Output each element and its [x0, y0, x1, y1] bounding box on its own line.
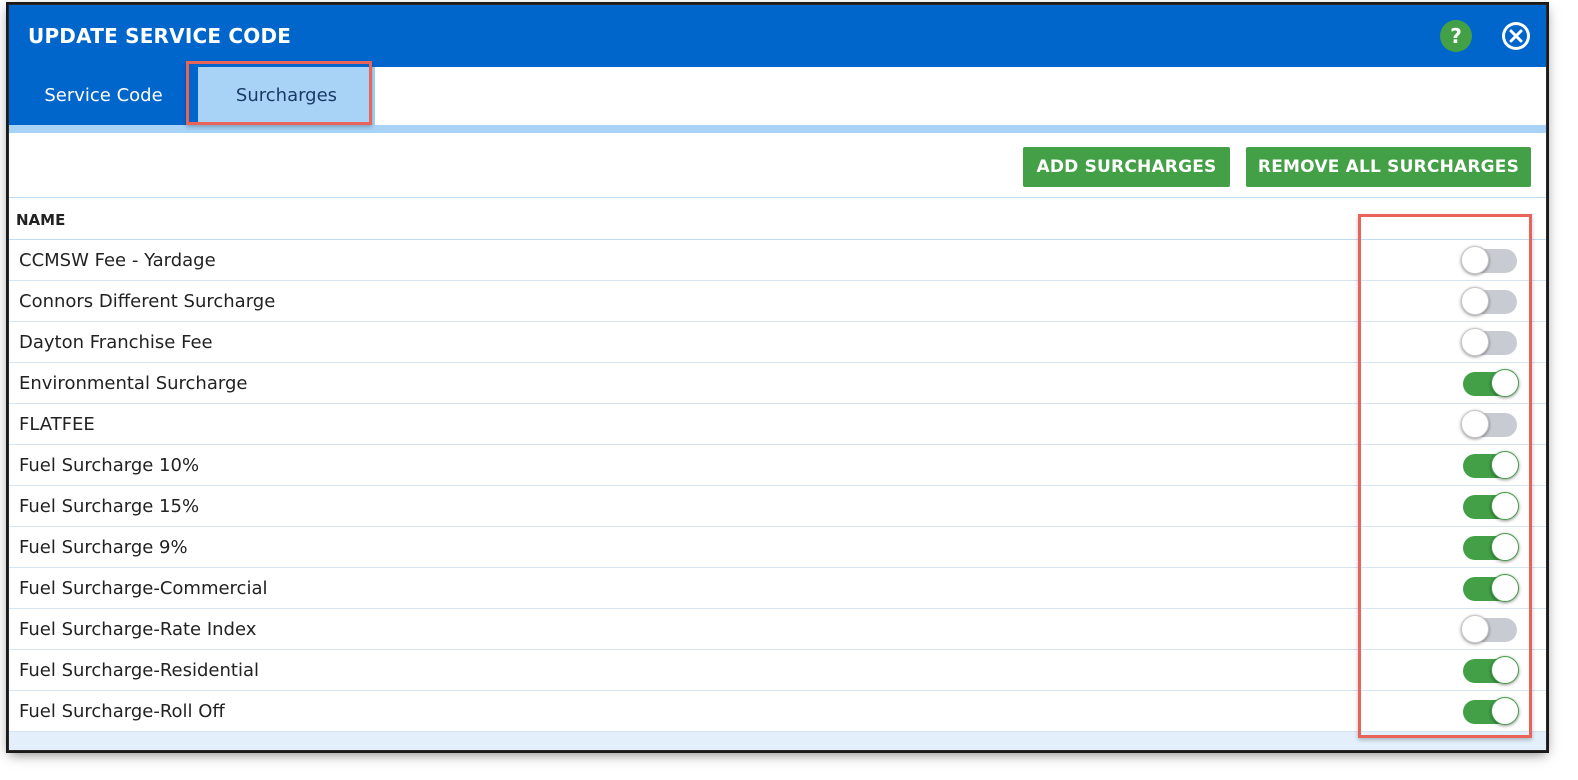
surcharge-toggle[interactable]	[1461, 615, 1519, 643]
toggle-knob	[1491, 369, 1519, 397]
surcharge-name: Fuel Surcharge-Rate Index	[19, 619, 257, 640]
toggle-knob	[1491, 492, 1519, 520]
surcharge-name: FLATFEE	[19, 414, 95, 435]
surcharge-toggle[interactable]	[1461, 369, 1519, 397]
surcharge-toggle[interactable]	[1461, 533, 1519, 561]
toggle-knob	[1491, 656, 1519, 684]
toggle-knob	[1491, 574, 1519, 602]
toggle-knob	[1491, 533, 1519, 561]
table-row: Fuel Surcharge 15%	[9, 486, 1546, 527]
footer-strip	[9, 732, 1546, 750]
surcharge-toggle[interactable]	[1461, 328, 1519, 356]
surcharge-name: Fuel Surcharge-Residential	[19, 660, 259, 681]
toggle-knob	[1461, 615, 1489, 643]
surcharge-toggle[interactable]	[1461, 410, 1519, 438]
table-row: Dayton Franchise Fee	[9, 322, 1546, 363]
toggle-knob	[1461, 328, 1489, 356]
table-row: CCMSW Fee - Yardage	[9, 240, 1546, 281]
surcharge-name: Fuel Surcharge-Commercial	[19, 578, 268, 599]
surcharge-name: CCMSW Fee - Yardage	[19, 250, 216, 271]
surcharge-toggle[interactable]	[1461, 246, 1519, 274]
toggle-knob	[1461, 246, 1489, 274]
table-row: Fuel Surcharge-Rate Index	[9, 609, 1546, 650]
column-header-name: NAME	[16, 211, 66, 229]
table-row: Fuel Surcharge 9%	[9, 527, 1546, 568]
toggle-knob	[1491, 451, 1519, 479]
table-row: Connors Different Surcharge	[9, 281, 1546, 322]
tab-underline	[9, 125, 1546, 133]
toolbar: ADD SURCHARGES REMOVE ALL SURCHARGES	[9, 133, 1546, 198]
surcharge-name: Environmental Surcharge	[19, 373, 248, 394]
table-row: Environmental Surcharge	[9, 363, 1546, 404]
surcharge-toggle[interactable]	[1461, 287, 1519, 315]
table-header: NAME	[9, 198, 1546, 240]
table-body: CCMSW Fee - Yardage Connors Different Sur…	[9, 240, 1546, 732]
surcharge-name: Fuel Surcharge-Roll Off	[19, 701, 225, 722]
surcharge-toggle[interactable]	[1461, 574, 1519, 602]
surcharge-toggle[interactable]	[1461, 656, 1519, 684]
tab-service-code[interactable]: Service Code	[9, 67, 198, 125]
help-icon[interactable]: ?	[1440, 20, 1472, 52]
surcharges-table: NAME CCMSW Fee - Yardage Connors Differen…	[9, 198, 1546, 732]
surcharge-name: Fuel Surcharge 10%	[19, 455, 200, 476]
toggle-knob	[1491, 697, 1519, 725]
remove-all-surcharges-button[interactable]: REMOVE ALL SURCHARGES	[1246, 147, 1531, 187]
surcharge-name: Fuel Surcharge 15%	[19, 496, 200, 517]
surcharge-name: Connors Different Surcharge	[19, 291, 276, 312]
table-row: Fuel Surcharge-Roll Off	[9, 691, 1546, 732]
table-row: FLATFEE	[9, 404, 1546, 445]
surcharge-toggle[interactable]	[1461, 697, 1519, 725]
close-icon[interactable]	[1501, 21, 1531, 51]
dialog-title: UPDATE SERVICE CODE	[28, 24, 292, 48]
table-row: Fuel Surcharge 10%	[9, 445, 1546, 486]
surcharge-name: Fuel Surcharge 9%	[19, 537, 188, 558]
dialog-titlebar: UPDATE SERVICE CODE ?	[9, 5, 1546, 67]
table-row: Fuel Surcharge-Residential	[9, 650, 1546, 691]
add-surcharges-button[interactable]: ADD SURCHARGES	[1023, 147, 1230, 187]
surcharge-toggle[interactable]	[1461, 492, 1519, 520]
surcharge-toggle[interactable]	[1461, 451, 1519, 479]
toggle-knob	[1461, 287, 1489, 315]
update-service-code-dialog: UPDATE SERVICE CODE ? Service Code Surch…	[9, 5, 1546, 750]
table-row: Fuel Surcharge-Commercial	[9, 568, 1546, 609]
surcharge-name: Dayton Franchise Fee	[19, 332, 213, 353]
toggle-knob	[1461, 410, 1489, 438]
tab-bar: Service Code Surcharges	[9, 67, 1546, 125]
tab-surcharges[interactable]: Surcharges	[198, 67, 375, 125]
